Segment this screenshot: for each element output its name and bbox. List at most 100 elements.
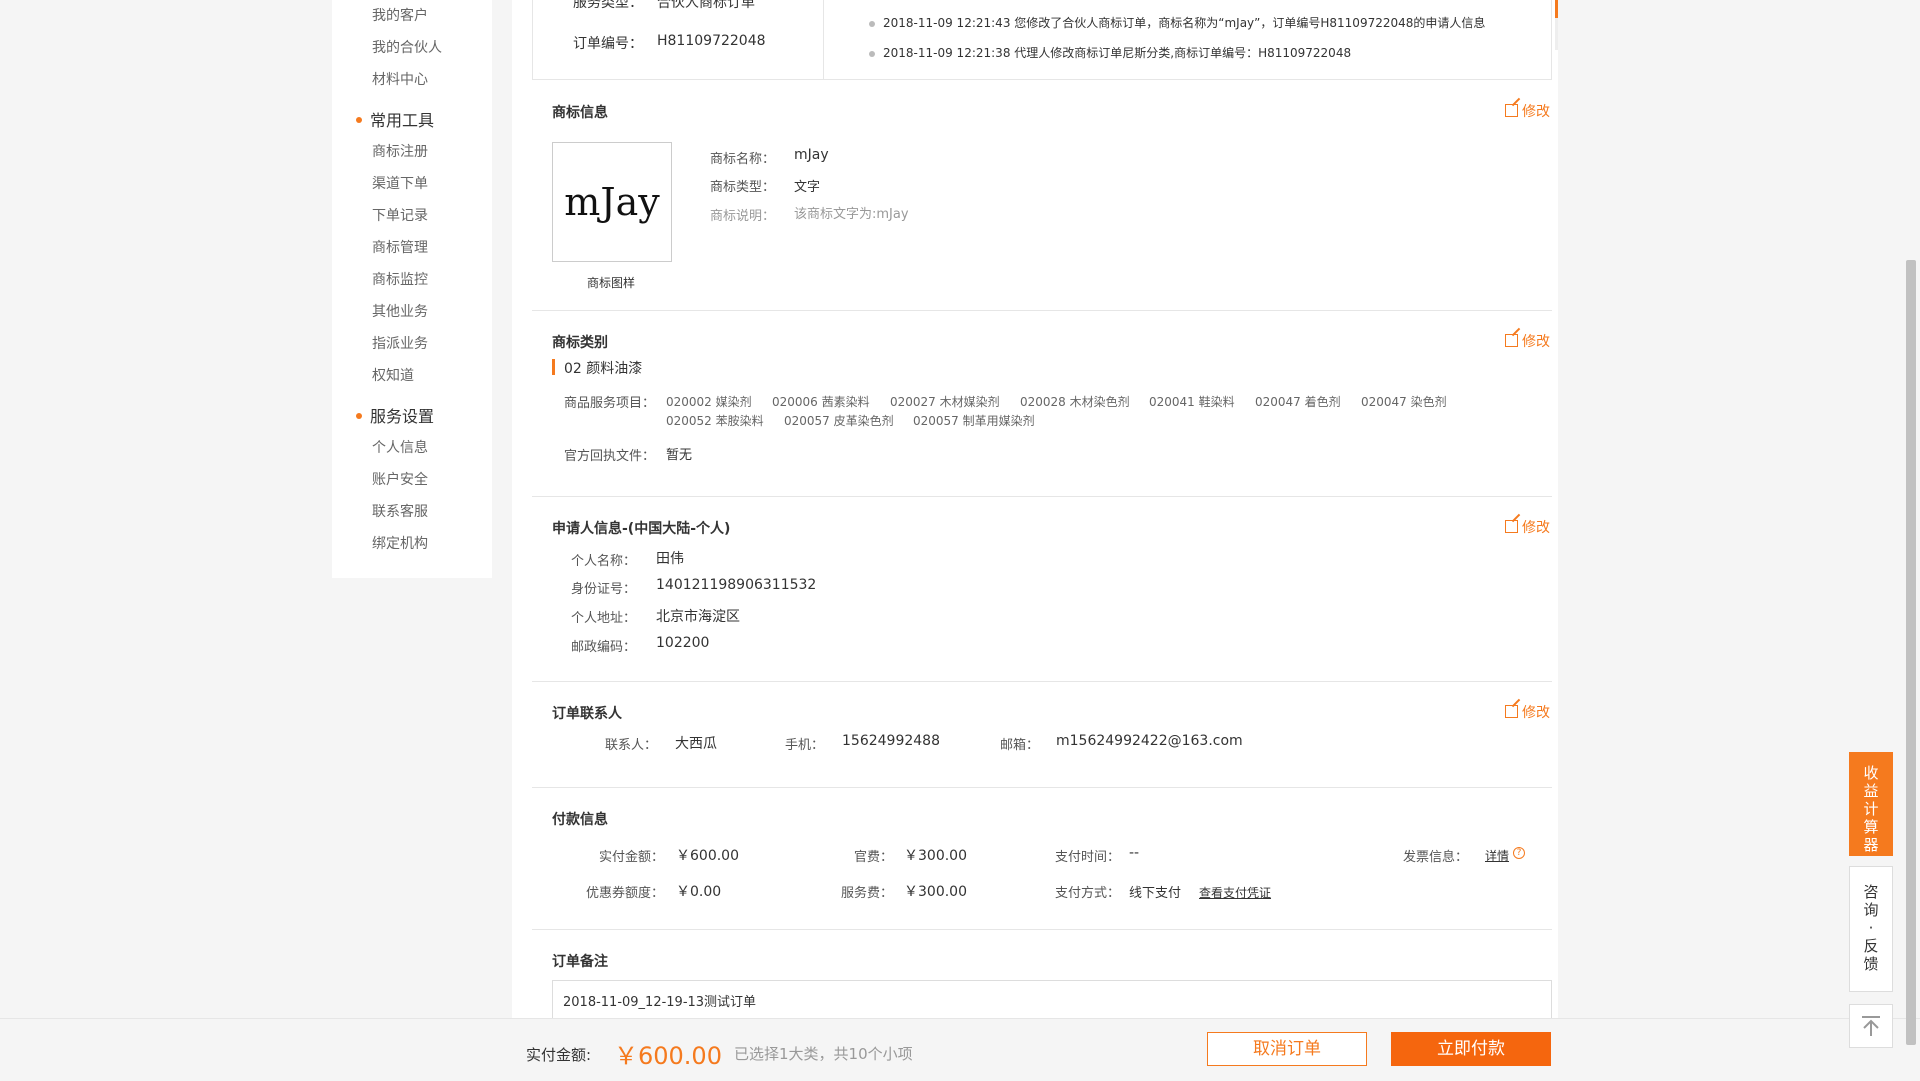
edit-icon [1505,333,1518,347]
arrow-up-icon [1862,1016,1880,1036]
sidebar-item-contact-support[interactable]: 联系客服 [372,501,428,521]
sidebar-item-tm-register[interactable]: 商标注册 [372,141,428,161]
consult-char: 馈 [1863,955,1879,973]
pay-now-button[interactable]: 立即付款 [1391,1032,1551,1066]
applicant-id-value: 140121198906311532 [656,577,817,593]
invoice-detail-link[interactable]: 详情 [1485,847,1509,864]
contact-phone-value: 15624992488 [842,733,940,749]
applicant-zip-value: 102200 [656,635,710,651]
log-entry: 2018-11-09 12:21:38 代理人修改商标订单尼斯分类,商标订单编号… [868,46,1352,60]
edit-label: 修改 [1522,520,1550,536]
sidebar-section-tools: 常用工具 [356,107,435,131]
divider [823,0,824,80]
docs-label: 官方回执文件： [564,449,656,464]
sidebar-item-tm-manage[interactable]: 商标管理 [372,237,428,257]
applicant-zip-label: 邮政编码： [571,640,637,655]
paid-label: 实付金额： [599,850,665,865]
applicant-title: 申请人信息-(中国大陆-个人) [552,521,731,537]
official-fee-value: ￥300.00 [904,848,967,864]
cancel-order-button[interactable]: 取消订单 [1207,1032,1367,1066]
goods-item: 020041 鞋染料 [1149,395,1235,409]
edit-trademark-info-button[interactable]: 修改 [1505,101,1550,121]
sidebar-item-assign-business[interactable]: 指派业务 [372,333,428,353]
class-name: 02 颜料油漆 [564,361,643,377]
tm-type-label: 商标类型： [710,180,776,195]
sidebar-item-tm-monitor[interactable]: 商标监控 [372,269,428,289]
contact-phone-label: 手机： [785,738,825,753]
class-marker [552,359,555,375]
revenue-calculator-button[interactable]: 收 益 计 算 器 [1849,752,1893,856]
invoice-label: 发票信息： [1403,850,1469,865]
goods-item: 020028 木材染色剂 [1020,395,1130,409]
divider [532,310,1552,311]
help-icon[interactable]: ? [1513,847,1525,859]
edit-trademark-class-button[interactable]: 修改 [1505,331,1550,351]
trademark-logo-text: mJay [564,180,660,224]
tm-name-label: 商标名称： [710,152,776,167]
sidebar-item-materials[interactable]: 材料中心 [372,69,428,89]
goods-item: 020047 染色剂 [1361,395,1447,409]
edit-icon [1505,103,1518,117]
service-fee-label: 服务费： [841,886,894,901]
goods-item: 020057 皮革染色剂 [784,414,894,428]
logo-caption: 商标图样 [587,276,636,290]
sidebar-item-my-partners[interactable]: 我的合伙人 [372,37,442,57]
pay-method-label: 支付方式： [1055,886,1121,901]
tm-name-value: mJay [794,147,829,163]
sidebar-section-label: 服务设置 [370,407,435,426]
edit-label: 修改 [1522,334,1550,350]
order-summary-card: 服务类型： 合伙人商标订单 订单编号： H81109722048 2018-11… [532,0,1558,80]
sidebar-item-account-security[interactable]: 账户安全 [372,469,428,489]
service-type-value: 合伙人商标订单 [657,0,755,11]
bullet-icon [356,116,362,123]
divider [532,681,1552,682]
sidebar-item-personal-info[interactable]: 个人信息 [372,437,428,457]
pay-method-value: 线下支付 [1129,886,1182,901]
edit-label: 修改 [1522,104,1550,120]
back-to-top-button[interactable] [1849,1004,1893,1048]
calc-char: 器 [1863,836,1879,854]
paid-value: ￥600.00 [676,848,739,864]
sidebar-item-other-business[interactable]: 其他业务 [372,301,428,321]
service-fee-value: ￥300.00 [904,884,967,900]
pay-time-label: 支付时间： [1055,850,1121,865]
divider [532,787,1552,788]
sidebar-section-label: 常用工具 [370,111,435,130]
consult-char: 反 [1863,937,1879,955]
applicant-name-value: 田伟 [656,551,684,567]
goods-item: 020027 木材媒染剂 [890,395,1000,409]
sidebar-item-channel-order[interactable]: 渠道下单 [372,173,428,193]
page-scrollbar[interactable] [1906,260,1916,1045]
trademark-class-title: 商标类别 [552,335,608,351]
divider [532,929,1552,930]
trademark-info-title: 商标信息 [552,105,608,121]
bullet-icon [356,412,362,419]
calc-char: 计 [1863,800,1879,818]
payment-title: 付款信息 [552,812,608,828]
trademark-logo: mJay [552,142,672,262]
goods-item: 020052 苯胺染料 [666,414,764,428]
edit-icon [1505,519,1518,533]
pay-time-value: -- [1129,845,1140,861]
goods-item: 020006 茜素染料 [772,395,870,409]
edit-applicant-button[interactable]: 修改 [1505,517,1550,537]
goods-item: 020047 着色剂 [1255,395,1341,409]
applicant-addr-label: 个人地址： [571,611,637,626]
contact-person-label: 联系人： [605,738,658,753]
order-detail-panel: 服务类型： 合伙人商标订单 订单编号： H81109722048 2018-11… [512,0,1558,1080]
edit-contact-button[interactable]: 修改 [1505,702,1550,722]
tm-desc-value: 该商标文字为:mJay [794,207,909,222]
contact-email-label: 邮箱： [1000,738,1040,753]
sidebar-item-bind-org[interactable]: 绑定机构 [372,533,428,553]
applicant-addr-value: 北京市海淀区 [656,609,740,625]
consult-feedback-button[interactable]: 咨 询 · 反 馈 [1849,866,1893,992]
sidebar-item-ip-know[interactable]: 权知道 [372,365,414,385]
sidebar-item-order-records[interactable]: 下单记录 [372,205,428,225]
edit-icon [1505,704,1518,718]
view-voucher-link[interactable]: 查看支付凭证 [1199,884,1271,901]
calc-char: 收 [1863,764,1879,782]
consult-char: 询 [1863,901,1879,919]
contact-person-value: 大西瓜 [675,736,717,752]
log-scrollbar-thumb[interactable] [1555,0,1558,18]
sidebar-item-my-customers[interactable]: 我的客户 [372,5,428,25]
